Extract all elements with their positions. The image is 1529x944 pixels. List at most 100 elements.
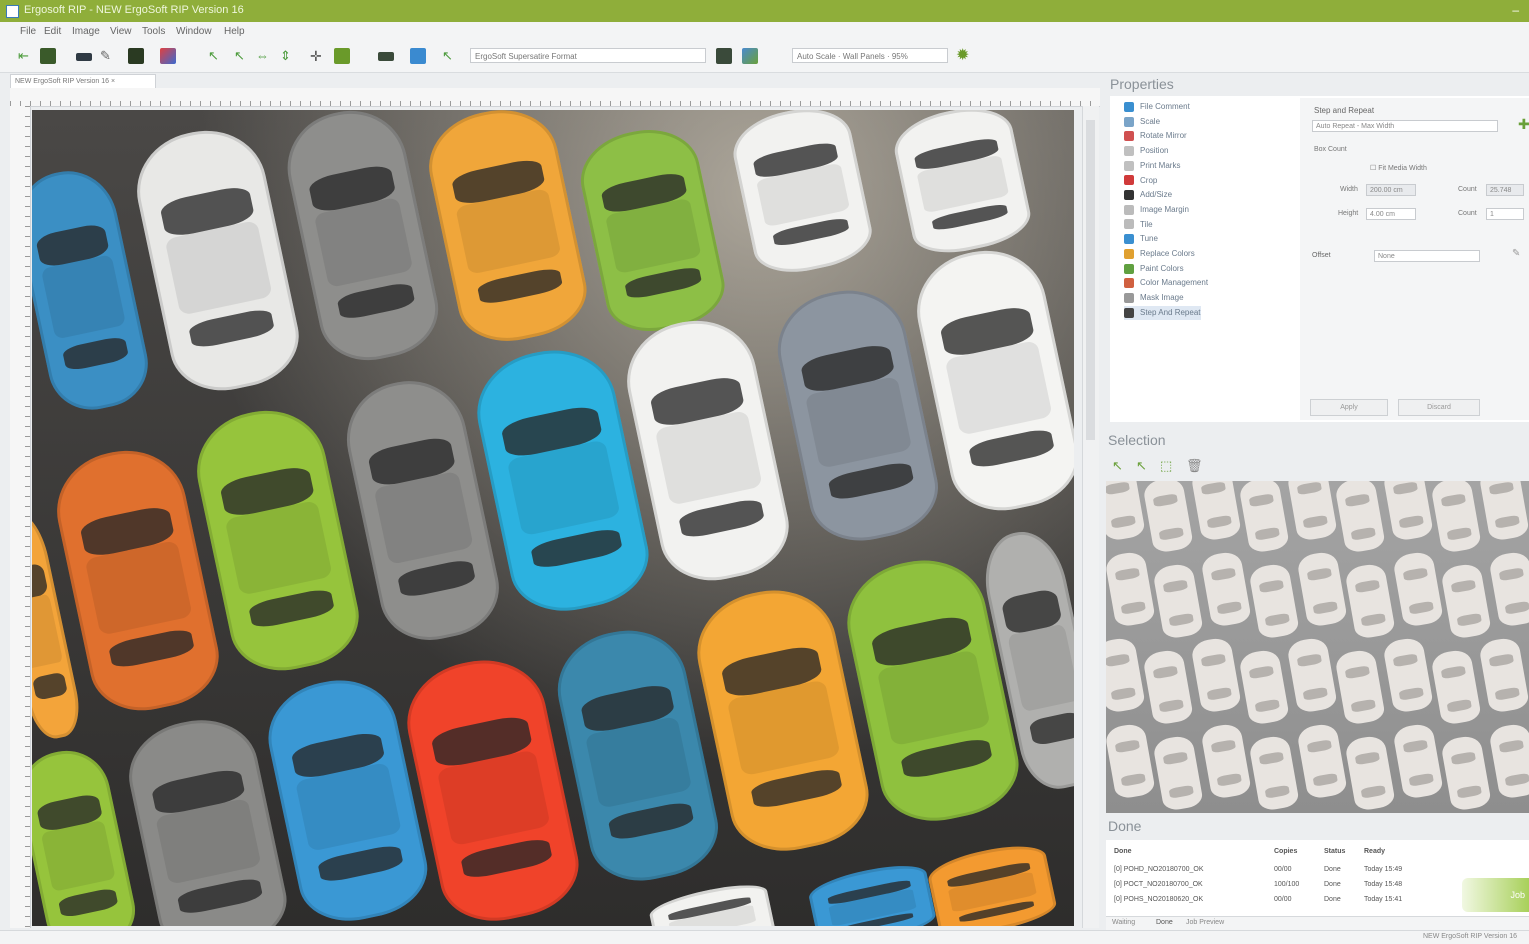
add-icon[interactable]: ✚ [1518, 116, 1529, 133]
preview-car-graphic [1106, 722, 1156, 800]
offset-select[interactable]: None [1374, 250, 1480, 262]
property-item[interactable]: Print Marks [1124, 159, 1180, 173]
layers-icon[interactable] [334, 48, 350, 64]
car-graphic [32, 742, 142, 926]
arrow-left-icon[interactable]: ⇤ [18, 48, 34, 64]
preview-car-graphic [1152, 562, 1204, 640]
property-label: Image Margin [1140, 204, 1189, 214]
property-icon [1124, 131, 1134, 142]
count-label-2: Count [1458, 210, 1477, 217]
selection-preview[interactable] [1106, 481, 1529, 813]
property-item[interactable]: Add/Size [1124, 188, 1172, 202]
property-item[interactable]: Paint Colors [1124, 262, 1184, 276]
color-icon[interactable] [160, 48, 176, 64]
property-label: Rotate Mirror [1140, 131, 1187, 141]
move-horizontal-icon[interactable]: ⇔ [256, 48, 272, 64]
menu-tools[interactable]: Tools [142, 26, 165, 37]
property-icon [1124, 204, 1134, 215]
preview-car-graphic [1286, 481, 1338, 542]
property-label: Replace Colors [1140, 249, 1195, 258]
discard-button[interactable]: Discard [1398, 399, 1480, 416]
height-input[interactable]: 4.00 cm [1366, 208, 1416, 220]
property-item[interactable]: Image Margin [1124, 203, 1189, 217]
table-cell-name[interactable]: [0] POCT_NO20180700_OK [1114, 881, 1203, 888]
property-label: Print Marks [1140, 160, 1181, 170]
column-header-copies: Copies [1274, 848, 1298, 855]
property-item[interactable]: Tune [1124, 232, 1158, 246]
count-input-2[interactable]: 1 [1486, 208, 1524, 220]
fit-media-checkbox[interactable]: ☐ Fit Media Width [1370, 164, 1427, 172]
trash-icon[interactable]: 🗑 [1186, 458, 1203, 474]
property-item[interactable]: Crop [1124, 174, 1157, 188]
table-cell-name[interactable]: [0] POHS_NO20180620_OK [1114, 896, 1203, 903]
width-input[interactable]: 200.00 cm [1366, 184, 1416, 196]
scrollbar-thumb[interactable] [1086, 120, 1095, 440]
menu-window[interactable]: Window [176, 26, 212, 37]
frame-icon[interactable] [128, 48, 144, 64]
image-canvas[interactable] [32, 110, 1074, 926]
property-item[interactable]: Rotate Mirror [1124, 129, 1187, 143]
edit-icon[interactable]: ✎ [1512, 248, 1520, 259]
property-icon [1124, 175, 1134, 186]
canvas-vertical-scrollbar[interactable] [1082, 106, 1099, 928]
select-add-icon[interactable]: ↖ [234, 48, 250, 64]
tab-waiting[interactable]: Waiting [1112, 919, 1135, 926]
job-action-button[interactable]: Job [1462, 878, 1529, 912]
property-item[interactable]: Tile [1124, 218, 1153, 232]
select-icon[interactable]: ↖ [1112, 458, 1123, 474]
media-icon[interactable] [410, 48, 426, 64]
tab-done[interactable]: Done [1156, 919, 1173, 926]
select-add-icon[interactable]: ↖ [1136, 458, 1147, 474]
step-repeat-mode-select[interactable]: Auto Repeat - Max Width [1312, 120, 1498, 132]
property-icon [1124, 219, 1134, 230]
media-select[interactable]: ErgoSoft Supersatire Format [470, 48, 706, 63]
select-region-icon[interactable]: ⬚ [1160, 458, 1172, 474]
document-tab[interactable]: NEW ErgoSoft RIP Version 16 × [10, 74, 156, 88]
save-icon[interactable] [40, 48, 56, 64]
step-repeat-section-label: Step and Repeat [1314, 106, 1375, 115]
pointer-icon[interactable]: ↖ [442, 48, 458, 64]
menu-view[interactable]: View [110, 26, 132, 37]
rip-icon[interactable] [716, 48, 732, 64]
settings-gear-icon[interactable]: ✹ [956, 48, 972, 64]
document-tab-label: NEW ErgoSoft RIP Version 16 [15, 78, 110, 85]
preview-car-graphic [1344, 734, 1396, 812]
menu-file[interactable]: File [20, 26, 36, 37]
select-arrow-icon[interactable]: ↖ [208, 48, 224, 64]
property-label: Scale [1140, 116, 1161, 126]
menu-image[interactable]: Image [72, 26, 100, 37]
property-item[interactable]: Replace Colors [1124, 247, 1195, 261]
pencil-icon[interactable]: ✎ [100, 48, 116, 64]
property-icon [1124, 116, 1134, 127]
preview-icon[interactable] [742, 48, 758, 64]
preview-car-graphic [1382, 636, 1434, 714]
column-header-status: Status [1324, 848, 1346, 855]
minimize-button[interactable]: – [1512, 3, 1519, 17]
property-item[interactable]: Step And Repeat [1124, 305, 1201, 320]
property-item[interactable]: Color Management [1124, 276, 1208, 290]
crosshair-icon[interactable]: ✛ [310, 48, 326, 64]
print-queue-icon[interactable] [378, 52, 394, 61]
scale-select[interactable]: Auto Scale · Wall Panels · 95% [792, 48, 948, 63]
property-item[interactable]: File Comment [1124, 100, 1190, 114]
tab-job-preview[interactable]: Job Preview [1186, 919, 1224, 926]
property-item[interactable]: Position [1124, 144, 1168, 158]
apply-button[interactable]: Apply [1310, 399, 1388, 416]
preview-car-graphic [1106, 481, 1146, 542]
menu-edit[interactable]: Edit [44, 26, 61, 37]
table-cell-name[interactable]: [0] POHD_NO20180700_OK [1114, 866, 1204, 873]
count-input-1[interactable]: 25.748 [1486, 184, 1524, 196]
property-item[interactable]: Mask Image [1124, 291, 1184, 305]
car-graphic [277, 110, 447, 370]
printer-icon[interactable] [76, 53, 92, 61]
move-vertical-icon[interactable]: ⇕ [280, 48, 296, 64]
status-text: NEW ErgoSoft RIP Version 16 [1422, 933, 1517, 940]
property-item[interactable]: Scale [1124, 115, 1160, 129]
toolbar: ⇤ ✎ ↖ ↖ ⇔ ⇕ ✛ ↖ ErgoSoft Supersatire For… [0, 40, 1529, 73]
preview-car-graphic [1382, 481, 1434, 542]
preview-car-graphic [1142, 648, 1194, 726]
queue-tabs: Waiting Done Job Preview [1106, 916, 1529, 931]
property-icon [1124, 190, 1134, 201]
preview-car-graphic [1152, 734, 1204, 812]
menu-help[interactable]: Help [224, 26, 245, 37]
